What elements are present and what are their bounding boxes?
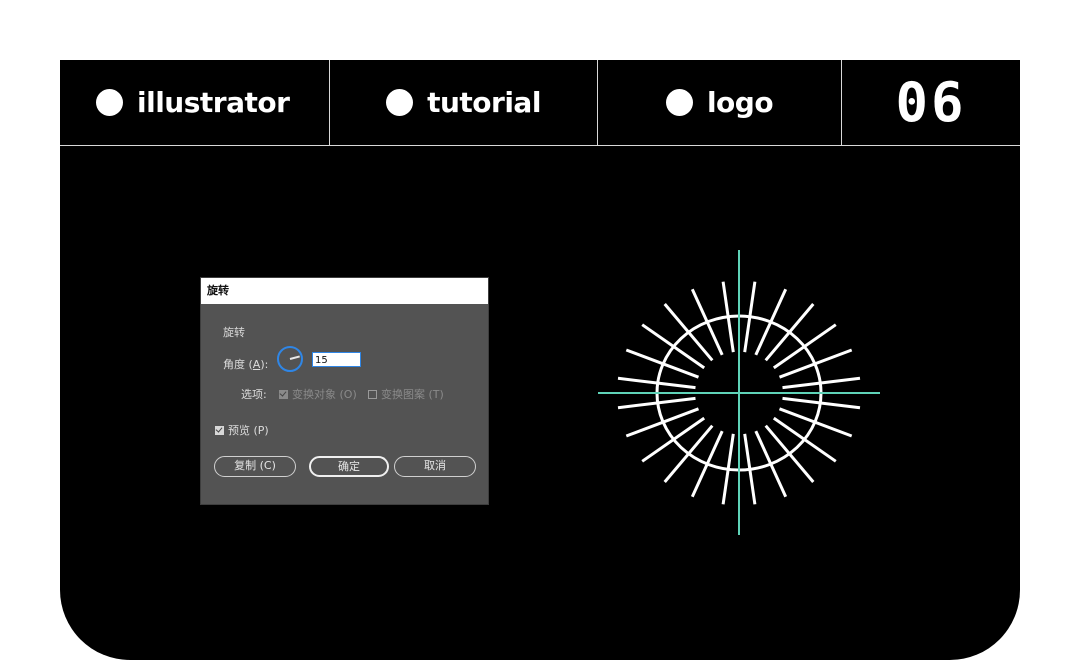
- angle-dial[interactable]: [277, 346, 303, 372]
- checkbox-checked-icon[interactable]: [215, 426, 224, 435]
- angle-label-prefix: 角度 (: [223, 358, 253, 371]
- header-cell-illustrator: illustrator: [60, 60, 330, 145]
- header-cell-number: 06: [842, 60, 1020, 145]
- header-cell-logo: logo: [598, 60, 842, 145]
- preview-label: 预览 (P): [228, 424, 269, 437]
- cancel-button[interactable]: 取消: [394, 456, 476, 477]
- header-label: illustrator: [137, 86, 290, 119]
- option-transform-patterns[interactable]: 变换图案 (T): [368, 386, 444, 402]
- angle-label: 角度 (A):: [223, 356, 268, 372]
- rotate-dialog: 旋转 旋转 角度 (A): 15 选项: 变换对象 (O) 变换图案 (T) 预…: [201, 278, 488, 504]
- checkbox-checked-icon[interactable]: [279, 390, 288, 399]
- bullet-dot-icon: [96, 89, 123, 116]
- bullet-dot-icon: [386, 89, 414, 116]
- option-transform-objects[interactable]: 变换对象 (O): [279, 386, 357, 402]
- header-bar: illustrator tutorial logo 06: [60, 60, 1020, 146]
- step-number: 06: [895, 70, 967, 134]
- copy-button[interactable]: 复制 (C): [214, 456, 296, 477]
- ray-burst-artwork: [598, 250, 880, 535]
- dialog-title: 旋转: [201, 278, 488, 304]
- ok-button[interactable]: 确定: [309, 456, 389, 477]
- angle-input[interactable]: 15: [312, 352, 361, 367]
- preview-checkbox[interactable]: 预览 (P): [215, 422, 269, 438]
- section-title: 旋转: [223, 326, 245, 339]
- header-cell-tutorial: tutorial: [330, 60, 598, 145]
- option-label: 变换图案 (T): [381, 388, 444, 401]
- angle-label-suffix: ):: [260, 358, 269, 371]
- option-label: 变换对象 (O): [292, 388, 357, 401]
- tutorial-card: illustrator tutorial logo 06 旋转 旋转 角度 (A…: [60, 60, 1020, 660]
- bullet-dot-icon: [665, 89, 693, 116]
- checkbox-unchecked-icon[interactable]: [368, 390, 377, 399]
- dial-hand-icon: [289, 355, 300, 360]
- options-label: 选项:: [241, 388, 267, 401]
- header-label: tutorial: [427, 86, 541, 119]
- header-label: logo: [706, 86, 774, 119]
